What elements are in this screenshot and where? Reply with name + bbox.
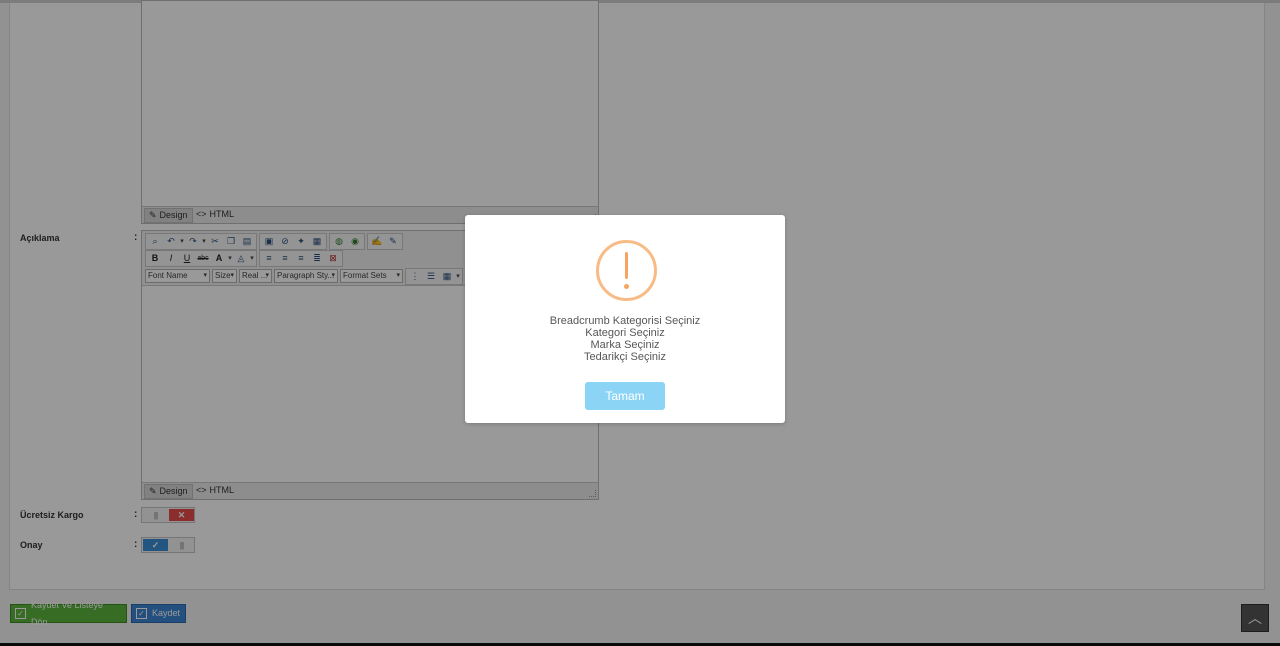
modal-message-line: Marka Seçiniz: [590, 339, 660, 351]
confirm-button[interactable]: Tamam: [585, 382, 665, 410]
warning-icon: [596, 240, 657, 301]
alert-modal: Breadcrumb Kategorisi Seçiniz Kategori S…: [465, 215, 785, 423]
modal-message-line: Kategori Seçiniz: [585, 327, 665, 339]
modal-message-line: Tedarikçi Seçiniz: [584, 351, 666, 363]
modal-message: Breadcrumb Kategorisi Seçiniz Kategori S…: [465, 315, 785, 363]
modal-message-line: Breadcrumb Kategorisi Seçiniz: [549, 315, 701, 327]
warning-icon-bar: [625, 252, 628, 279]
warning-icon-dot: [624, 284, 629, 289]
